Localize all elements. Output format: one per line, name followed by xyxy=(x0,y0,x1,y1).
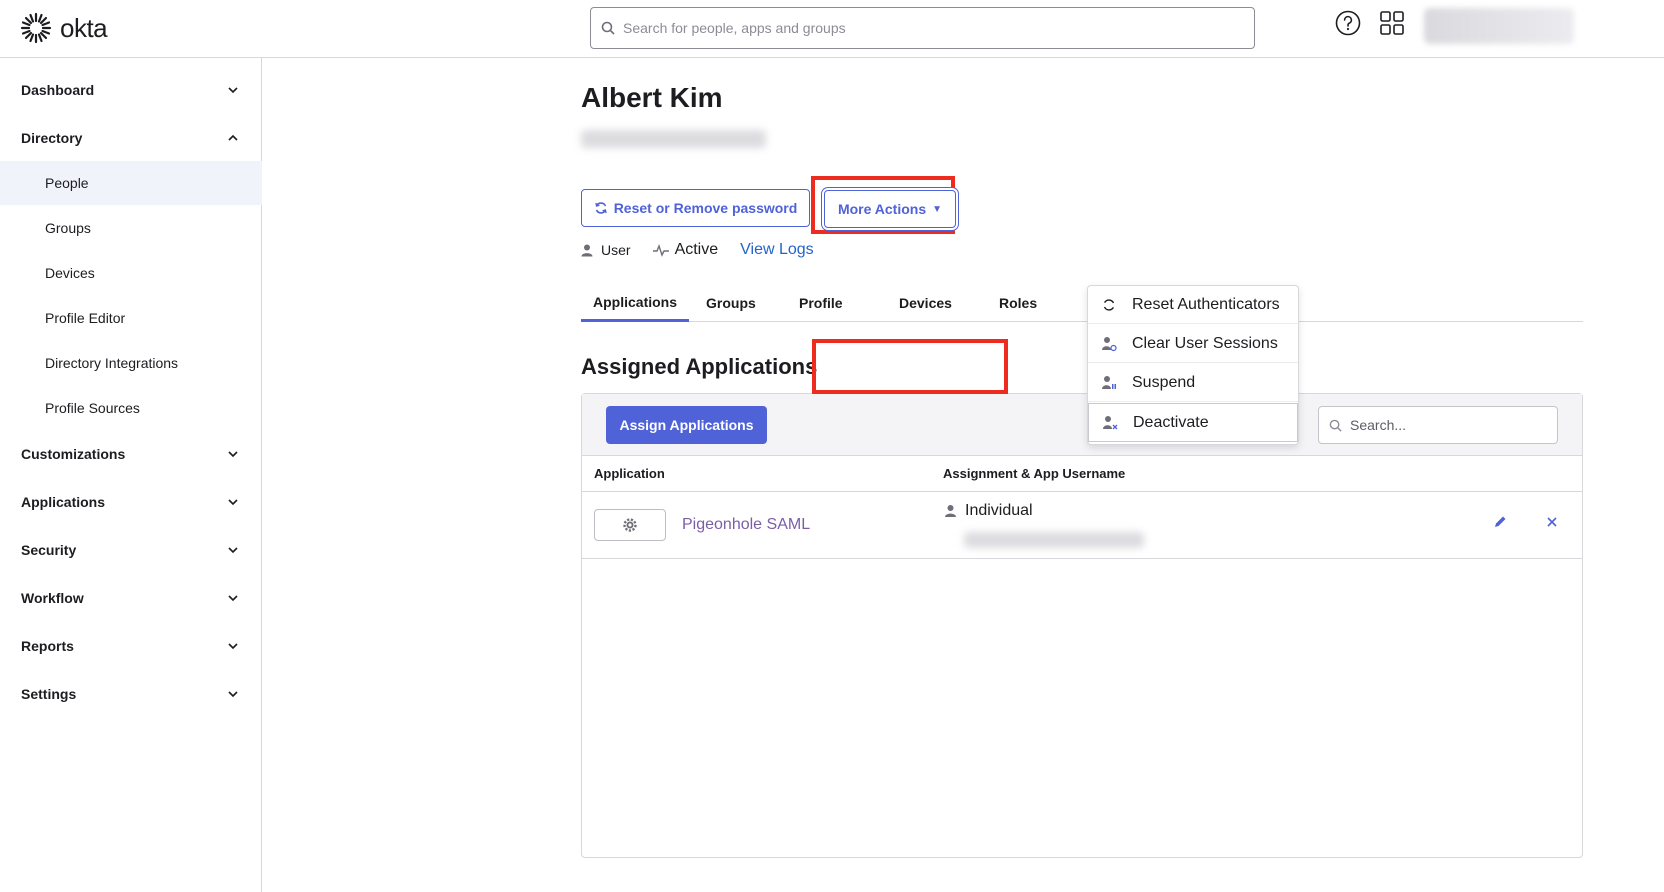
activity-icon xyxy=(652,243,669,257)
close-icon[interactable] xyxy=(1544,514,1560,530)
gear-icon xyxy=(623,518,637,532)
chevron-down-icon xyxy=(228,499,238,506)
sidebar-section-label: Security xyxy=(21,542,77,558)
search-icon xyxy=(601,21,615,35)
reset-password-label: Reset or Remove password xyxy=(613,200,798,216)
user-suspend-icon xyxy=(1100,374,1118,392)
user-meta-row: User Active View Logs xyxy=(581,241,814,259)
view-logs-link[interactable]: View Logs xyxy=(740,241,814,259)
table-header: Application Assignment & App Username xyxy=(582,456,1582,492)
sidebar-section-label: Workflow xyxy=(21,590,84,606)
tab-groups[interactable]: Groups xyxy=(706,284,756,322)
user-icon xyxy=(945,505,956,517)
sidebar: Dashboard Directory People Groups Device… xyxy=(0,58,262,892)
sidebar-section-applications[interactable]: Applications xyxy=(0,484,262,520)
sidebar-item-people[interactable]: People xyxy=(0,161,262,205)
chevron-down-icon xyxy=(228,643,238,650)
global-search[interactable] xyxy=(590,7,1255,49)
sidebar-item-groups[interactable]: Groups xyxy=(0,206,262,250)
refresh-icon xyxy=(1100,296,1118,314)
user-email-redacted xyxy=(581,130,766,148)
sidebar-item-profile-sources[interactable]: Profile Sources xyxy=(0,386,262,430)
sidebar-section-label: Applications xyxy=(21,494,106,510)
okta-logo[interactable]: okta xyxy=(20,12,108,44)
assignment-type: Individual xyxy=(944,502,1033,520)
chevron-down-icon xyxy=(228,691,238,698)
user-type-label: User xyxy=(601,242,631,258)
tab-profile[interactable]: Profile xyxy=(799,284,843,322)
sidebar-section-security[interactable]: Security xyxy=(0,532,262,568)
more-actions-label: More Actions xyxy=(837,201,927,217)
panel-toolbar: Assign Applications xyxy=(582,394,1582,456)
chevron-down-icon xyxy=(228,451,238,458)
sidebar-section-reports[interactable]: Reports xyxy=(0,628,262,664)
chevron-down-icon xyxy=(228,547,238,554)
sidebar-section-workflow[interactable]: Workflow xyxy=(0,580,262,616)
user-status-label: Active xyxy=(674,241,719,258)
assigned-applications-title: Assigned Applications xyxy=(581,354,818,379)
user-deactivate-icon xyxy=(1101,414,1119,432)
menu-item-label: Clear User Sessions xyxy=(1132,334,1278,352)
page-title: Albert Kim xyxy=(581,82,723,113)
app-switcher-icon[interactable] xyxy=(1379,10,1405,36)
main-content: Albert Kim Reset or Remove password More… xyxy=(263,58,1664,892)
sidebar-item-profile-editor[interactable]: Profile Editor xyxy=(0,296,262,340)
reset-password-button[interactable]: Reset or Remove password xyxy=(581,189,810,227)
menu-item-label: Reset Authenticators xyxy=(1132,295,1280,313)
pencil-icon[interactable] xyxy=(1492,514,1508,530)
sidebar-section-label: Settings xyxy=(21,686,77,702)
menu-item-label: Suspend xyxy=(1132,373,1196,391)
search-icon xyxy=(1329,419,1342,432)
profile-tabs: Applications Groups Profile Devices Role… xyxy=(581,284,1583,322)
table-row: Pigeonhole SAML Individual xyxy=(582,492,1582,559)
app-username-redacted xyxy=(964,532,1144,548)
global-search-input[interactable] xyxy=(623,20,1223,36)
sidebar-section-customizations[interactable]: Customizations xyxy=(0,436,262,472)
user-session-icon xyxy=(1100,335,1118,353)
logo-text: okta xyxy=(60,12,108,43)
more-actions-button[interactable]: More Actions ▼ xyxy=(824,190,956,228)
okta-sunburst-icon xyxy=(20,12,52,44)
user-type: User xyxy=(581,242,631,258)
tab-applications[interactable]: Applications xyxy=(581,284,690,322)
sidebar-section-label: Reports xyxy=(21,638,74,654)
tab-devices[interactable]: Devices xyxy=(899,284,952,322)
more-actions-menu: Reset Authenticators Clear User Sessions… xyxy=(1087,285,1299,445)
caret-down-icon: ▼ xyxy=(932,203,943,215)
app-name-link[interactable]: Pigeonhole SAML xyxy=(682,516,810,534)
chevron-up-icon xyxy=(228,134,238,141)
column-header-assignment: Assignment & App Username xyxy=(943,466,1126,481)
assign-applications-button[interactable]: Assign Applications xyxy=(606,406,767,444)
sidebar-section-label: Customizations xyxy=(21,446,126,462)
chevron-down-icon xyxy=(228,595,238,602)
applications-search-input[interactable] xyxy=(1350,417,1550,433)
assignment-type-label: Individual xyxy=(965,502,1033,519)
menu-item-deactivate[interactable]: Deactivate xyxy=(1088,403,1298,442)
menu-item-clear-user-sessions[interactable]: Clear User Sessions xyxy=(1088,325,1298,363)
assigned-applications-panel: Assign Applications Application Assignme… xyxy=(581,393,1583,858)
annotation-highlight-deactivate xyxy=(812,339,1008,394)
sidebar-item-devices[interactable]: Devices xyxy=(0,251,262,295)
menu-item-label: Deactivate xyxy=(1133,413,1209,431)
top-bar: okta xyxy=(0,0,1664,58)
menu-item-reset-authenticators[interactable]: Reset Authenticators xyxy=(1088,286,1298,324)
chevron-down-icon xyxy=(228,87,238,94)
sidebar-section-label: Directory xyxy=(21,130,83,146)
sidebar-section-directory[interactable]: Directory xyxy=(0,120,262,156)
user-status: Active xyxy=(652,241,719,259)
sidebar-section-settings[interactable]: Settings xyxy=(0,676,262,712)
refresh-icon xyxy=(595,202,607,214)
menu-item-suspend[interactable]: Suspend xyxy=(1088,364,1298,402)
sidebar-section-dashboard[interactable]: Dashboard xyxy=(0,72,262,108)
help-icon[interactable] xyxy=(1335,10,1361,36)
column-header-application: Application xyxy=(594,466,665,481)
sidebar-section-label: Dashboard xyxy=(21,82,95,98)
user-icon xyxy=(581,244,593,257)
sidebar-item-directory-integrations[interactable]: Directory Integrations xyxy=(0,341,262,385)
applications-search[interactable] xyxy=(1318,406,1558,444)
app-logo[interactable] xyxy=(594,509,666,541)
tab-roles[interactable]: Roles xyxy=(999,284,1037,322)
user-menu-redacted[interactable] xyxy=(1424,8,1574,44)
